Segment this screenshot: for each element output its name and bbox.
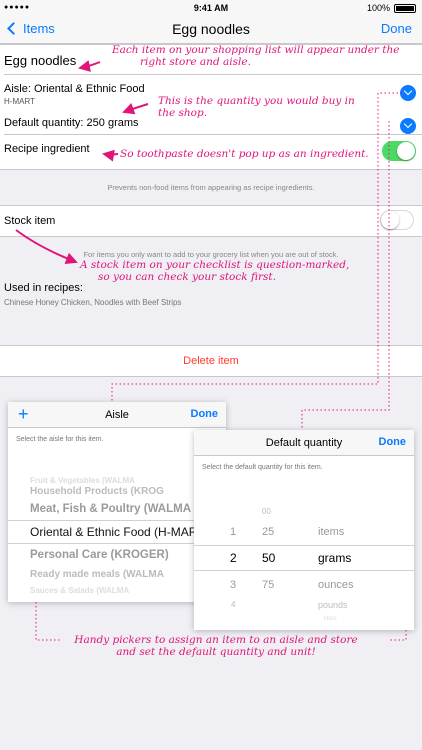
recipe-ingredient-note: Prevents non-food items from appearing a… — [107, 183, 315, 192]
quantity-fraction-option-selected[interactable]: 50 — [262, 551, 275, 565]
page-title: Egg noodles — [172, 21, 250, 37]
aisle-picker-done-button[interactable]: Done — [191, 408, 219, 420]
battery-percent: 100% — [366, 3, 390, 13]
used-in-recipes-list: Chinese Honey Chicken, Noodles with Beef… — [4, 298, 182, 307]
delete-group: Delete item — [0, 345, 422, 377]
quantity-unit-option[interactable]: pounds — [318, 600, 348, 610]
aisle-option[interactable]: Meat, Fish & Poultry (WALMA — [30, 503, 191, 515]
quantity-whole-option[interactable]: 4 — [231, 600, 235, 609]
battery-icon — [394, 4, 416, 13]
aisle-option-selected[interactable]: Oriental & Ethnic Food (H-MART — [30, 525, 205, 539]
chevron-down-icon[interactable] — [400, 118, 416, 134]
chevron-down-icon[interactable] — [400, 85, 416, 101]
annotation-recipe: So toothpaste doesn't pop up as an ingre… — [120, 148, 369, 160]
stock-item-note: For items you only want to add to your g… — [83, 250, 339, 259]
quantity-picker: Default quantity Done Select the default… — [194, 430, 414, 630]
clock: 9:41 AM — [193, 3, 229, 13]
recipe-ingredient-toggle[interactable] — [382, 141, 416, 161]
stock-item-toggle[interactable] — [380, 210, 414, 230]
done-button[interactable]: Done — [381, 21, 412, 36]
annotation-name: Each item on your shopping list will app… — [112, 44, 400, 68]
item-name[interactable]: Egg noodles — [4, 53, 76, 68]
aisle-option[interactable]: Personal Care (KROGER) — [30, 549, 169, 561]
aisle-option[interactable]: Fruit & Vegetables (WALMA — [30, 476, 135, 485]
quantity-picker-hint: Select the default quantity for this ite… — [202, 464, 323, 471]
quantity-unit-option[interactable]: ounces — [318, 579, 353, 591]
quantity-fraction-option[interactable]: 25 — [262, 526, 274, 538]
quantity-whole-option-selected[interactable]: 2 — [230, 551, 237, 565]
delete-item-button[interactable]: Delete item — [0, 355, 422, 367]
aisle-option[interactable]: Sauces & Salads (WALMA — [30, 586, 129, 595]
quantity-fraction-option[interactable]: 00 — [262, 507, 271, 516]
quantity-fraction-option[interactable]: 75 — [262, 579, 274, 591]
connector-pickers — [390, 630, 407, 641]
store-value: H-MART — [4, 97, 35, 106]
stock-item-group: Stock item — [0, 205, 422, 237]
recipe-ingredient-label: Recipe ingredient — [4, 143, 90, 155]
aisle-picker-hint: Select the aisle for this item. — [16, 436, 104, 443]
navigation-bar: Items Egg noodles Done — [0, 16, 422, 44]
quantity-whole-option[interactable]: 3 — [230, 579, 236, 591]
annotation-stock: A stock item on your checklist is questi… — [80, 259, 350, 283]
annotation-pickers: Handy pickers to assign an item to an ai… — [74, 634, 358, 658]
quantity-picker-done-button[interactable]: Done — [379, 436, 407, 448]
quantity-unit-option-selected[interactable]: grams — [318, 551, 351, 565]
status-bar: ●●●●● 9:41 AM 100% — [0, 0, 422, 16]
used-in-recipes-label: Used in recipes: — [4, 282, 83, 294]
quantity-picker-header: Default quantity Done — [194, 430, 414, 456]
annotation-quantity: This is the quantity you would buy in th… — [158, 95, 355, 119]
connector-pickers — [35, 602, 60, 641]
default-quantity-value: Default quantity: 250 grams — [4, 117, 139, 129]
quantity-unit-option[interactable]: liters — [324, 616, 337, 622]
aisle-option[interactable]: Ready made meals (WALMA — [30, 569, 164, 580]
aisle-picker-header: + Aisle Done — [8, 402, 226, 428]
aisle-value: Aisle: Oriental & Ethnic Food — [4, 83, 145, 95]
quantity-unit-option[interactable]: items — [318, 526, 344, 538]
stock-item-label: Stock item — [4, 215, 56, 227]
quantity-whole-option[interactable]: 1 — [230, 526, 236, 538]
aisle-option[interactable]: Household Products (KROG — [30, 486, 164, 497]
